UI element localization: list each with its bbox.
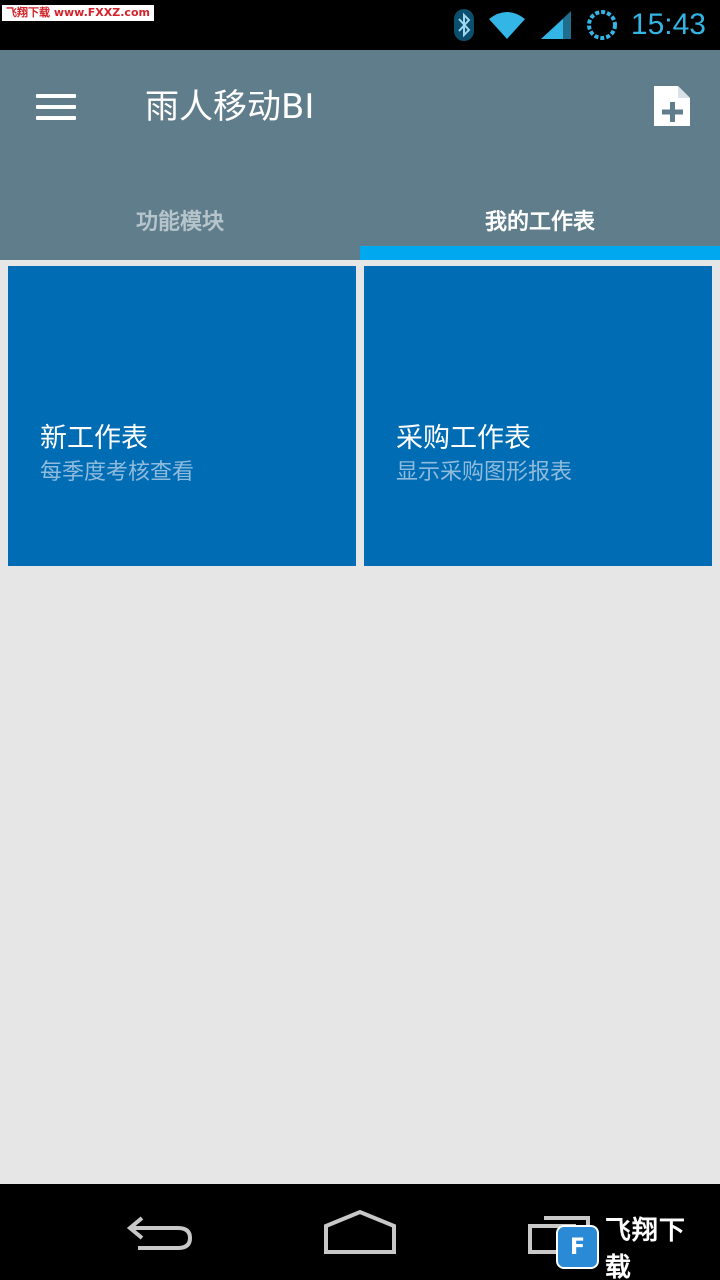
bluetooth-icon — [453, 9, 474, 41]
tab-label: 我的工作表 — [484, 210, 595, 235]
wifi-icon — [488, 12, 525, 39]
tab-my-worksheets[interactable]: 我的工作表 — [360, 180, 720, 260]
tile-title: 新工作表 — [40, 423, 148, 454]
watermark-top: 飞翔下载 www.FXXZ.com — [2, 5, 154, 21]
app-title: 雨人移动BI — [145, 87, 315, 127]
app-bar: 雨人移动BI 功能模块 我的工作表 — [0, 50, 720, 260]
status-time: 15:43 — [630, 8, 706, 41]
watermark-logo-icon: F — [556, 1225, 599, 1269]
add-document-icon[interactable] — [652, 84, 692, 128]
tile-subtitle: 每季度考核查看 — [40, 460, 195, 485]
tab-bar: 功能模块 我的工作表 — [0, 180, 720, 260]
back-icon[interactable] — [124, 1208, 196, 1256]
tile-subtitle: 显示采购图形报表 — [396, 460, 573, 485]
signal-icon — [540, 11, 571, 39]
tab-indicator — [360, 246, 720, 260]
watermark-text: 飞翔下载 — [604, 1216, 686, 1280]
sync-icon — [586, 10, 617, 40]
watermark-bottom: F 飞翔下载 — [556, 1216, 710, 1280]
worksheet-tile[interactable]: 采购工作表 显示采购图形报表 — [364, 266, 712, 566]
tile-title: 采购工作表 — [396, 423, 531, 454]
tab-label: 功能模块 — [135, 210, 224, 235]
status-bar: 飞翔下载 www.FXXZ.com 15:43 — [0, 0, 720, 50]
home-icon[interactable] — [322, 1208, 398, 1256]
status-icons: 15:43 — [453, 0, 706, 50]
worksheet-grid: 新工作表 每季度考核查看 采购工作表 显示采购图形报表 — [0, 260, 720, 1184]
worksheet-tile[interactable]: 新工作表 每季度考核查看 — [8, 266, 356, 566]
menu-icon[interactable] — [34, 92, 78, 122]
tab-function-modules[interactable]: 功能模块 — [0, 180, 360, 260]
